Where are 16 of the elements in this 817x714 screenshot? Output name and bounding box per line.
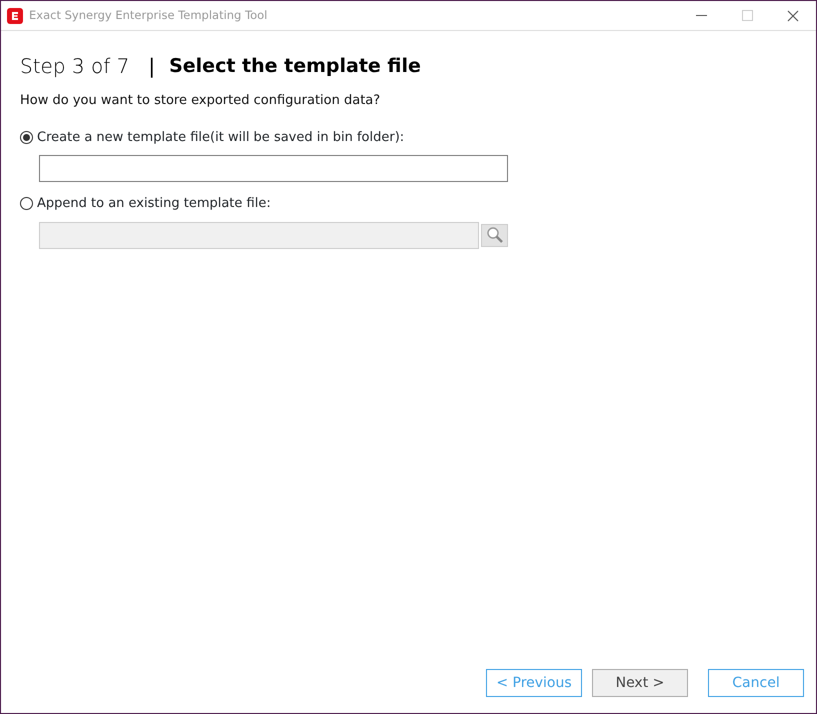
radio-button[interactable] xyxy=(20,197,33,210)
option-label[interactable]: Create a new template file(it will be saved in bin folder): xyxy=(37,128,404,147)
minimize-icon[interactable] xyxy=(696,14,706,16)
search-icon xyxy=(486,226,504,244)
radio-button[interactable] xyxy=(20,130,33,144)
browse-button[interactable] xyxy=(481,224,508,246)
step-title: Select the template file xyxy=(169,54,421,79)
separator-text: | xyxy=(148,53,156,80)
window-title: Exact Synergy Enterprise Templating Tool xyxy=(29,6,268,24)
option-label[interactable]: Append to an existing template file: xyxy=(37,194,271,214)
step-counter: Step 3 of 7 xyxy=(20,53,130,80)
app-logo-icon xyxy=(7,8,23,24)
close-icon[interactable] xyxy=(787,10,799,22)
input-field[interactable] xyxy=(39,155,508,182)
question-text: How do you want to store exported configuration data? xyxy=(20,92,382,110)
wizard-button[interactable]: Next > xyxy=(592,669,688,697)
